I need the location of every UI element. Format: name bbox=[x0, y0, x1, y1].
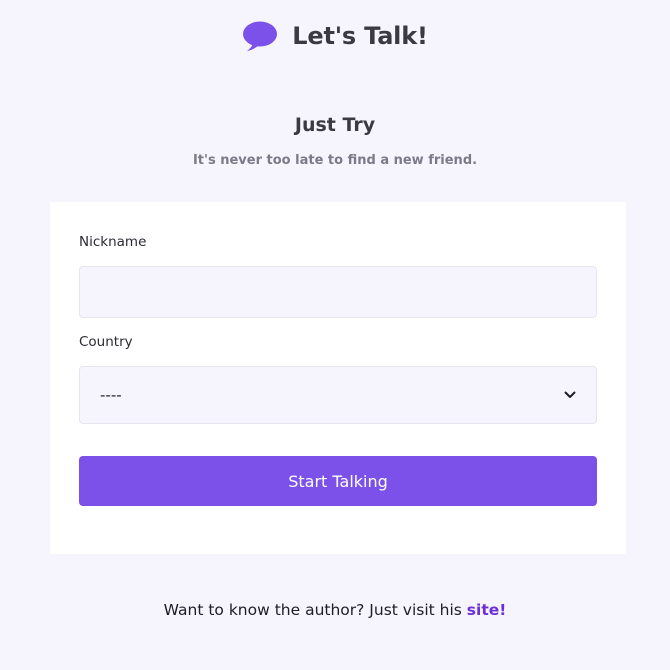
page-heading: Just Try bbox=[294, 114, 376, 136]
chat-bubble-icon bbox=[243, 21, 278, 51]
chevron-down-icon bbox=[564, 391, 576, 398]
page-subheading: It's never too late to find a new friend… bbox=[192, 153, 478, 168]
app-header: Let's Talk! bbox=[0, 20, 670, 52]
author-site-link[interactable]: site! bbox=[467, 601, 507, 619]
app-title: Let's Talk! bbox=[292, 22, 428, 50]
nickname-input[interactable] bbox=[79, 266, 597, 318]
footer-note: Want to know the author? Just visit his … bbox=[0, 601, 670, 619]
footer-text: Want to know the author? Just visit his bbox=[163, 601, 467, 619]
country-select[interactable]: ---- bbox=[79, 366, 597, 424]
start-talking-button[interactable]: Start Talking bbox=[79, 456, 597, 506]
country-label: Country bbox=[79, 334, 133, 350]
signup-card: Nickname Country ---- Start Talking bbox=[50, 202, 626, 554]
nickname-label: Nickname bbox=[79, 234, 147, 250]
country-selected-value: ---- bbox=[100, 386, 122, 404]
